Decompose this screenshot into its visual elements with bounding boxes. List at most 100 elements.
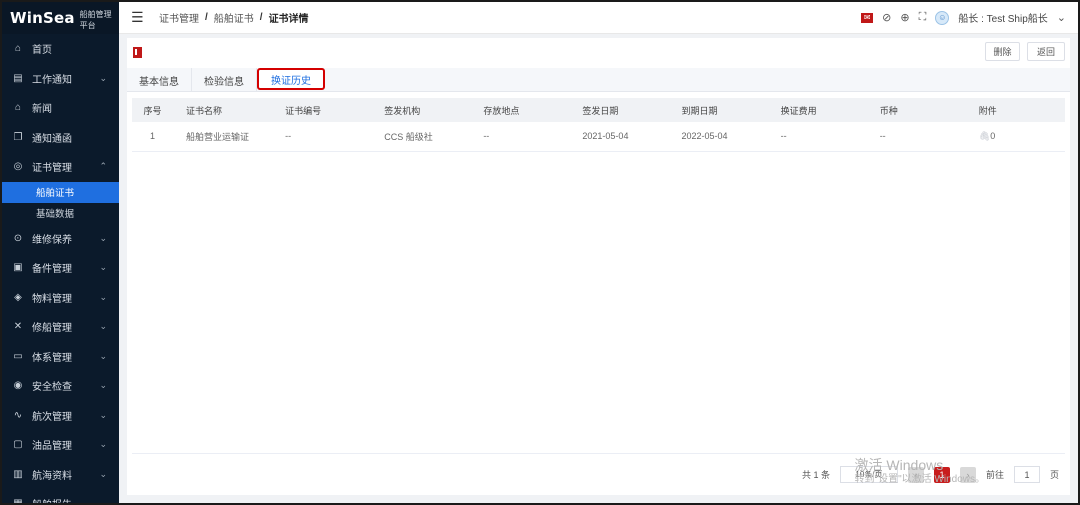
voyage-icon: ∿: [13, 409, 23, 421]
table-cell: 2021-05-04: [569, 122, 669, 152]
sidebar-item-repair[interactable]: ✕ 修船管理 ⌄: [2, 312, 119, 342]
column-header: 存放地点: [470, 98, 570, 122]
app-window: WinSea 船舶管理平台 ⌂ 首页 ▤ 工作通知 ⌄ ⌂ 新闻 ❐ 通知通函 ◎ 证书管理 ⌃ 船舶证…: [0, 0, 1080, 505]
circular-icon: ❐: [13, 131, 23, 143]
table-row[interactable]: 1 船舶营业运输证 -- CCS 船级社 -- 2021-05-04 2022-05-04-…: [132, 122, 1065, 152]
sidebar-item-label: 证书管理: [32, 163, 72, 175]
sidebar-item-home[interactable]: ⌂ 首页: [2, 34, 119, 64]
brand: WinSea 船舶管理平台: [2, 2, 119, 34]
column-header: 到期日期: [668, 98, 768, 122]
brand-subtitle: 船舶管理平台: [79, 9, 112, 30]
column-header: 币种: [866, 98, 966, 122]
brand-logo: WinSea: [10, 9, 75, 27]
sidebar-subitem[interactable]: 船舶证书: [2, 181, 119, 203]
table-cell: 🖇0: [965, 122, 1065, 152]
sidebar: WinSea 船舶管理平台 ⌂ 首页 ▤ 工作通知 ⌄ ⌂ 新闻 ❐ 通知通函 ◎ 证书管理 ⌃ 船舶证…: [2, 2, 119, 505]
notice-icon: ▤: [13, 72, 23, 84]
watermark-line-1: 激活 Windows: [854, 457, 944, 474]
sidebar-item-notice[interactable]: ▤ 工作通知 ⌄: [2, 64, 119, 94]
attachment-icon[interactable]: 🖇: [979, 131, 990, 141]
collapse-menu-icon[interactable]: ☰: [131, 9, 147, 26]
certificate-doc-icon: [133, 47, 142, 58]
sidebar-item-label: 航海资料: [32, 470, 72, 482]
sidebar-item-oil[interactable]: ▢ 油品管理 ⌄: [2, 430, 119, 460]
sidebar-item-label: 新闻: [32, 104, 52, 116]
sidebar-item-label: 修船管理: [32, 323, 72, 335]
column-header: 签发机构: [371, 98, 471, 122]
header-actions: ✉ ⊘ ⊕ ⛶ ☺ 船长 : Test Ship船长 ⌄: [861, 10, 1066, 25]
tab-renewal-history[interactable]: 换证历史: [257, 68, 325, 90]
nautical-docs-icon: ▥: [13, 468, 23, 480]
chevron-down-icon: ⌄: [99, 350, 107, 361]
column-header: 签发日期: [569, 98, 669, 122]
chevron-down-icon[interactable]: ⌄: [1057, 11, 1066, 24]
sidebar-item-safety[interactable]: ◉ 安全检查 ⌄: [2, 371, 119, 401]
chevron-down-icon: ⌄: [99, 321, 107, 332]
chevron-down-icon: ⌄: [99, 498, 107, 505]
watermark-line-2: 转到"设置"以激活 Windows。: [854, 473, 985, 485]
column-header: 证书名称: [173, 98, 273, 122]
sidebar-item-label: 首页: [32, 45, 52, 57]
chevron-up-icon: ⌃: [99, 161, 107, 172]
goto-label: 前往: [985, 470, 1004, 480]
detail-card: 删除 返回 基本信息 检验信息 换证历史 序号 证书名称 证书编号 签发机构 存放地点签…: [127, 38, 1070, 495]
breadcrumb-item-certificate-mgmt[interactable]: 证书管理: [159, 10, 199, 25]
news-icon: ⌂: [14, 102, 22, 114]
tab-basic-info[interactable]: 基本信息: [127, 68, 192, 92]
pagination-total: 共 1 条: [801, 470, 830, 480]
sidebar-item-report[interactable]: ▦ 船舶报告 ⌄: [2, 489, 119, 505]
sidebar-item-spare-parts[interactable]: ▣ 备件管理 ⌄: [2, 253, 119, 283]
slash-circle-icon[interactable]: ⊘: [882, 11, 891, 24]
back-button[interactable]: 返回: [1027, 42, 1065, 61]
sidebar-item-material[interactable]: ◈ 物料管理 ⌄: [2, 283, 119, 313]
safety-icon: ◉: [13, 380, 23, 392]
attachment-count: 0: [990, 130, 996, 141]
sidebar-item-label: 维修保养: [32, 234, 72, 246]
avatar[interactable]: ☺: [935, 10, 950, 25]
sidebar-item-label: 油品管理: [32, 441, 72, 453]
detail-tabs: 基本信息 检验信息 换证历史: [127, 68, 1070, 92]
material-icon: ◈: [14, 291, 22, 303]
sidebar-item-label: 安全检查: [32, 382, 72, 394]
oil-icon: ▢: [13, 439, 23, 451]
sidebar-item-certificate[interactable]: ◎ 证书管理 ⌃: [2, 152, 119, 182]
sidebar-item-circular[interactable]: ❐ 通知通函: [2, 123, 119, 153]
table-cell: 2022-05-04: [668, 122, 768, 152]
page-unit-label: 页: [1049, 470, 1059, 480]
user-name[interactable]: 船长 : Test Ship船长: [958, 10, 1047, 25]
table-cell: 船舶营业运输证: [173, 122, 273, 152]
sidebar-item-nautical-docs[interactable]: ▥ 航海资料 ⌄: [2, 460, 119, 490]
column-header: 换证费用: [767, 98, 867, 122]
table-cell: --: [272, 122, 372, 152]
column-header: 附件: [965, 98, 1065, 122]
table-header-row: 序号 证书名称 证书编号 签发机构 存放地点 签发日期 到期日期 换证费用 币种 附件: [132, 98, 1065, 122]
sidebar-item-maintenance[interactable]: ⊙ 维修保养 ⌄: [2, 224, 119, 254]
breadcrumb: 证书管理 / 船舶证书 / 证书详情: [159, 10, 309, 25]
breadcrumb-item-ship-certificate[interactable]: 船舶证书: [214, 10, 254, 25]
sidebar-item-voyage[interactable]: ∿ 航次管理 ⌄: [2, 401, 119, 431]
table-cell: 1: [132, 122, 174, 152]
renewal-history-table: 序号 证书名称 证书编号 签发机构 存放地点 签发日期 到期日期 换证费用 币种 附件 1 船舶营业…: [132, 98, 1065, 152]
top-header: ☰ 证书管理 / 船舶证书 / 证书详情 ✉ ⊘ ⊕ ⛶ ☺ 船长 : Test…: [119, 2, 1078, 34]
breadcrumb-item-certificate-detail: 证书详情: [268, 14, 309, 25]
repair-icon: ✕: [13, 321, 23, 333]
system-icon: ▭: [13, 350, 23, 362]
main-content: 删除 返回 基本信息 检验信息 换证历史 序号 证书名称 证书编号 签发机构 存放地点签…: [119, 34, 1078, 503]
sidebar-item-news[interactable]: ⌂ 新闻: [2, 93, 119, 123]
chevron-down-icon: ⌄: [99, 262, 107, 273]
fullscreen-icon[interactable]: ⛶: [919, 11, 927, 24]
report-icon: ▦: [13, 498, 23, 505]
chevron-down-icon: ⌄: [99, 291, 107, 302]
goto-page-input[interactable]: 1: [1013, 466, 1040, 483]
sidebar-item-label: 工作通知: [32, 74, 72, 86]
mail-icon[interactable]: ✉: [861, 12, 874, 23]
sidebar-menu: ⌂ 首页 ▤ 工作通知 ⌄ ⌂ 新闻 ❐ 通知通函 ◎ 证书管理 ⌃ 船舶证书 基础数据 ⊙ 维修保养 ⌄ ▣ 备件…: [2, 34, 119, 505]
sidebar-subitem[interactable]: 基础数据: [2, 203, 119, 224]
chevron-down-icon: ⌄: [99, 439, 107, 450]
table-cell: --: [767, 122, 867, 152]
delete-button[interactable]: 删除: [985, 42, 1020, 61]
chevron-down-icon: ⌄: [99, 380, 107, 391]
language-icon[interactable]: ⊕: [900, 11, 909, 24]
sidebar-item-system[interactable]: ▭ 体系管理 ⌄: [2, 342, 119, 372]
tab-inspection-info[interactable]: 检验信息: [192, 68, 257, 92]
